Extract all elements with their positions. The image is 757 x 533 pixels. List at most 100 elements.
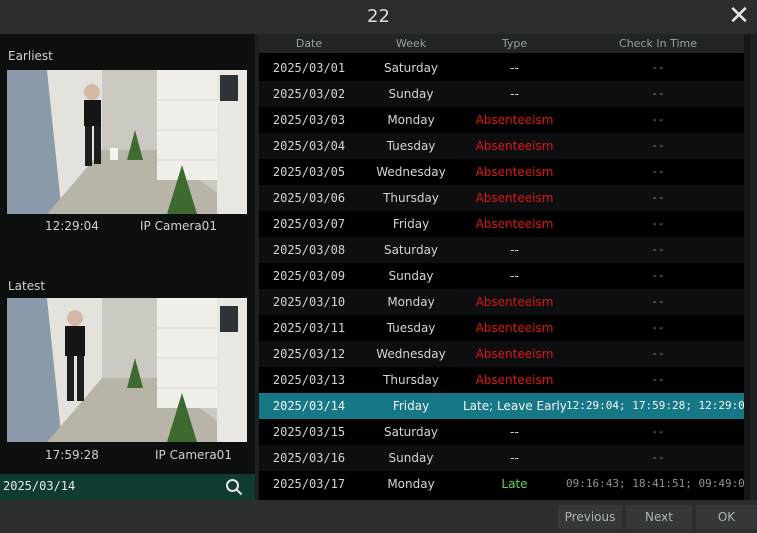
table-row[interactable]: 2025/03/13 Thursday Absenteeism -- [259, 367, 750, 393]
week-cell: Thursday [383, 373, 439, 387]
date-cell: 2025/03/10 [272, 295, 346, 309]
table-row[interactable]: 2025/03/03 Monday Absenteeism -- [259, 107, 750, 133]
table-scrollbar[interactable] [744, 34, 750, 500]
table-row[interactable]: 2025/03/04 Tuesday Absenteeism -- [259, 133, 750, 159]
date-cell: 2025/03/17 [272, 477, 346, 491]
date-cell: 2025/03/16 [272, 451, 346, 465]
date-cell: 2025/03/12 [272, 347, 346, 361]
date-cell: 2025/03/13 [272, 373, 346, 387]
table-row[interactable]: 2025/03/12 Wednesday Absenteeism -- [259, 341, 750, 367]
week-cell: Sunday [388, 451, 434, 465]
week-cell: Friday [392, 399, 430, 413]
ok-button[interactable]: OK [696, 505, 757, 529]
check-in-time-cell: -- [651, 373, 665, 386]
dialog-titlebar: 22 ✕ [0, 0, 757, 34]
week-cell: Saturday [383, 425, 439, 439]
latest-camera: IP Camera01 [155, 448, 232, 462]
check-in-time-cell: -- [651, 451, 665, 464]
check-in-time-cell: -- [651, 295, 665, 308]
date-cell: 2025/03/05 [272, 165, 346, 179]
column-header-check-in-time[interactable]: Check In Time [566, 37, 750, 50]
check-in-time-cell: -- [651, 321, 665, 334]
type-cell: Absenteeism [475, 347, 554, 361]
type-cell: -- [510, 61, 519, 75]
dialog-footer: Previous Next OK [0, 500, 757, 533]
latest-time: 17:59:28 [45, 448, 99, 462]
previous-button[interactable]: Previous [558, 505, 622, 529]
week-cell: Sunday [388, 269, 434, 283]
latest-snapshot[interactable] [7, 298, 247, 442]
table-row[interactable]: 2025/03/01 Saturday -- -- [259, 55, 750, 81]
date-cell: 2025/03/04 [272, 139, 346, 153]
table-body: 2025/03/01 Saturday -- -- 2025/03/02 Sunday --… [259, 55, 750, 497]
table-row[interactable]: 2025/03/15 Saturday -- -- [259, 419, 750, 445]
type-cell: Absenteeism [475, 373, 554, 387]
earliest-label: Earliest [8, 49, 53, 63]
date-cell: 2025/03/07 [272, 217, 346, 231]
table-row[interactable]: 2025/03/08 Saturday -- -- [259, 237, 750, 263]
type-cell: Absenteeism [475, 217, 554, 231]
date-cell: 2025/03/14 [272, 399, 346, 413]
table-row[interactable]: 2025/03/17 Monday Late 09:16:43; 18:41:51; … [259, 471, 750, 497]
week-cell: Thursday [383, 191, 439, 205]
earliest-snapshot[interactable] [7, 70, 247, 214]
column-header-date[interactable]: Date [259, 37, 359, 50]
table-row[interactable]: 2025/03/05 Wednesday Absenteeism -- [259, 159, 750, 185]
attendance-table: Date Week Type Check In Time 2025/03/01 S… [259, 34, 750, 500]
column-header-type[interactable]: Type [463, 37, 566, 50]
date-search-value[interactable]: 2025/03/14 [3, 479, 75, 493]
check-in-time-cell: -- [651, 425, 665, 438]
close-icon[interactable]: ✕ [727, 3, 751, 29]
date-cell: 2025/03/02 [272, 87, 346, 101]
type-cell: Late [501, 477, 528, 491]
type-cell: Absenteeism [475, 113, 554, 127]
type-cell: Absenteeism [475, 139, 554, 153]
next-button[interactable]: Next [626, 505, 692, 529]
snapshot-panel: Earliest 12:29:04 IP Camera01 Latest 17:… [0, 34, 255, 500]
dialog-title: 22 [367, 6, 390, 27]
date-cell: 2025/03/08 [272, 243, 346, 257]
type-cell: -- [510, 243, 519, 257]
date-cell: 2025/03/15 [272, 425, 346, 439]
table-row[interactable]: 2025/03/06 Thursday Absenteeism -- [259, 185, 750, 211]
week-cell: Monday [387, 113, 435, 127]
type-cell: Absenteeism [475, 191, 554, 205]
week-cell: Saturday [383, 61, 439, 75]
earliest-camera: IP Camera01 [140, 219, 217, 233]
table-row[interactable]: 2025/03/10 Monday Absenteeism -- [259, 289, 750, 315]
table-row[interactable]: 2025/03/09 Sunday -- -- [259, 263, 750, 289]
check-in-time-cell: -- [651, 269, 665, 282]
date-search-field[interactable]: 2025/03/14 [0, 474, 255, 500]
type-cell: Absenteeism [475, 295, 554, 309]
table-row[interactable]: 2025/03/16 Sunday -- -- [259, 445, 750, 471]
week-cell: Monday [387, 295, 435, 309]
check-in-time-cell: -- [651, 217, 665, 230]
table-row[interactable]: 2025/03/02 Sunday -- -- [259, 81, 750, 107]
check-in-time-cell: 12:29:04; 17:59:28; 12:29:06 [566, 399, 750, 412]
date-cell: 2025/03/09 [272, 269, 346, 283]
type-cell: -- [510, 451, 519, 465]
column-header-week[interactable]: Week [359, 37, 463, 50]
type-cell: Absenteeism [475, 321, 554, 335]
earliest-time: 12:29:04 [45, 219, 99, 233]
type-cell: Absenteeism [475, 165, 554, 179]
table-row[interactable]: 2025/03/11 Tuesday Absenteeism -- [259, 315, 750, 341]
check-in-time-cell: -- [651, 165, 665, 178]
search-icon[interactable] [225, 478, 243, 496]
date-cell: 2025/03/06 [272, 191, 346, 205]
week-cell: Sunday [388, 87, 434, 101]
check-in-time-cell: -- [651, 61, 665, 74]
check-in-time-cell: -- [651, 87, 665, 100]
type-cell: Late; Leave Early [463, 399, 566, 413]
week-cell: Wednesday [376, 347, 446, 361]
week-cell: Saturday [383, 243, 439, 257]
week-cell: Friday [392, 217, 430, 231]
week-cell: Wednesday [376, 165, 446, 179]
check-in-time-cell: -- [651, 191, 665, 204]
check-in-time-cell: -- [651, 113, 665, 126]
check-in-time-cell: 09:16:43; 18:41:51; 09:49:02; 1... [566, 477, 750, 490]
type-cell: -- [510, 269, 519, 283]
table-row[interactable]: 2025/03/07 Friday Absenteeism -- [259, 211, 750, 237]
table-row[interactable]: 2025/03/14 Friday Late; Leave Early 12:29:0… [259, 393, 750, 419]
type-cell: -- [510, 87, 519, 101]
